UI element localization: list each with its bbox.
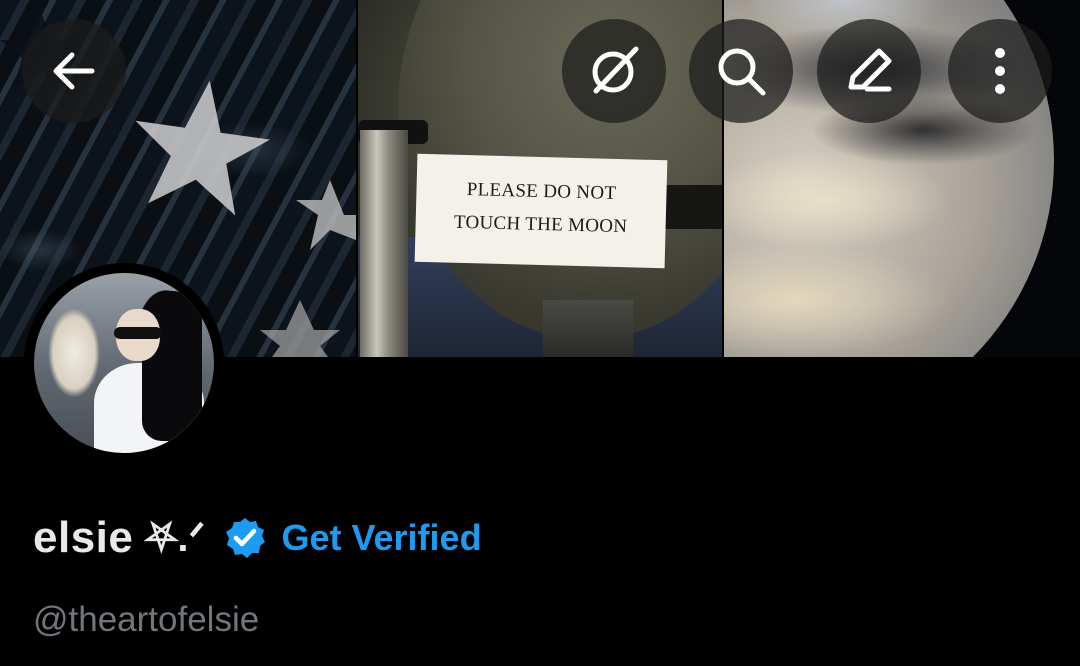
moon-sign-line2: TOUCH THE MOON [453,211,628,238]
back-button[interactable] [22,19,126,123]
arrow-left-icon [53,52,95,90]
display-name-symbols: ⛧.ᐟ [145,516,206,560]
profile-handle: @theartofelsie [33,600,260,639]
moon-sign: PLEASE DO NOT TOUCH THE MOON [414,153,668,269]
more-vertical-icon [995,48,1005,94]
get-verified-link[interactable]: Get Verified [281,517,481,559]
edit-icon [848,48,892,92]
avatar[interactable] [24,263,224,463]
banner-image-moon: PLEASE DO NOT TOUCH THE MOON [358,0,722,357]
grok-button[interactable] [562,19,666,123]
search-button[interactable] [689,19,793,123]
display-name: elsie [33,513,134,562]
profile-name-row: elsie ⛧.ᐟ Get Verified [33,510,482,566]
grok-icon [592,46,639,94]
search-icon [718,48,766,96]
avatar-image [34,273,214,453]
edit-button[interactable] [817,19,921,123]
more-options-button[interactable] [948,19,1052,123]
verified-badge-icon [226,518,266,558]
